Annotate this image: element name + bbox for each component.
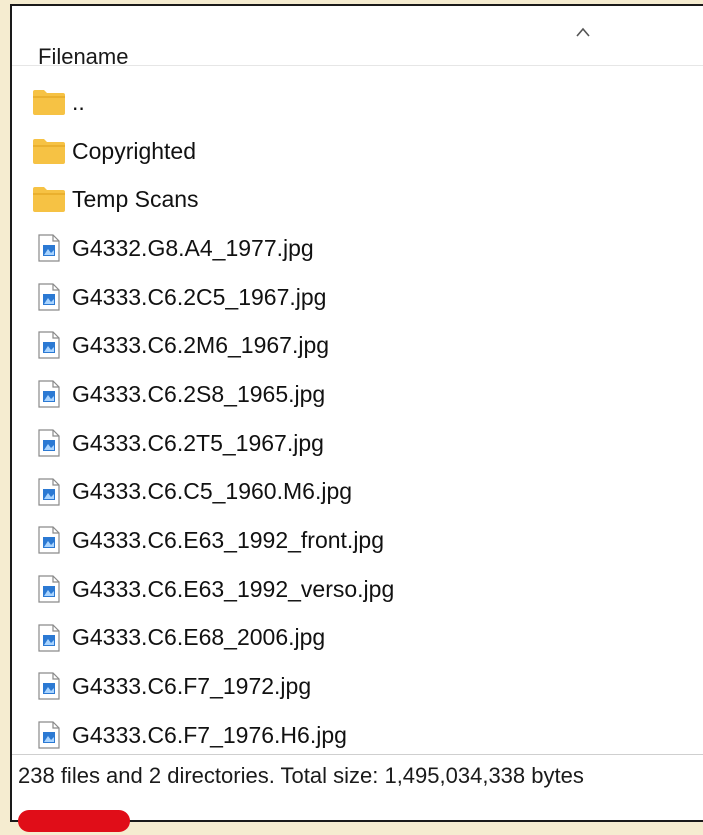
- red-highlight-mark: [18, 810, 130, 832]
- list-item-label: G4333.C6.2M6_1967.jpg: [72, 332, 330, 359]
- status-summary-text: 238 files and 2 directories. Total size:…: [18, 763, 584, 788]
- list-item-label: G4332.G8.A4_1977.jpg: [72, 234, 314, 261]
- folder-icon: [33, 90, 65, 115]
- list-item-file[interactable]: G4333.C6.C5_1960.M6.jpg: [12, 468, 703, 517]
- sort-ascending-icon[interactable]: [576, 26, 590, 40]
- list-item-label: G4333.C6.E68_2006.jpg: [72, 624, 326, 651]
- list-item-file[interactable]: G4333.C6.2S8_1965.jpg: [12, 370, 703, 419]
- list-item-label: G4333.C6.E63_1992_verso.jpg: [72, 575, 395, 602]
- list-item-file[interactable]: G4333.C6.2T5_1967.jpg: [12, 419, 703, 468]
- list-item-label: G4333.C6.F7_1976.H6.jpg: [72, 721, 347, 748]
- folder-icon: [33, 138, 65, 164]
- list-item-file[interactable]: G4333.C6.F7_1972.jpg: [12, 662, 703, 711]
- image-file-icon: [38, 429, 60, 457]
- image-file-icon: [38, 672, 60, 700]
- filename-column-header[interactable]: Filename: [38, 44, 128, 70]
- list-item-file[interactable]: G4333.C6.F7_1976.H6.jpg: [12, 711, 703, 760]
- list-item-label: Temp Scans: [72, 186, 199, 213]
- list-item-file[interactable]: G4332.G8.A4_1977.jpg: [12, 224, 703, 273]
- list-item-folder[interactable]: Copyrighted: [12, 127, 703, 176]
- status-bar: 238 files and 2 directories. Total size:…: [12, 754, 703, 798]
- list-item-label: G4333.C6.2C5_1967.jpg: [72, 283, 327, 310]
- image-file-icon: [38, 380, 60, 408]
- list-item-label: G4333.C6.2T5_1967.jpg: [72, 429, 324, 456]
- list-item-file[interactable]: G4333.C6.2C5_1967.jpg: [12, 273, 703, 322]
- list-item-label: Copyrighted: [72, 137, 197, 164]
- list-item-label: ..: [72, 88, 85, 115]
- list-item-label: G4333.C6.E63_1992_front.jpg: [72, 527, 385, 554]
- image-file-icon: [38, 331, 60, 360]
- list-item-label: G4333.C6.F7_1972.jpg: [72, 673, 312, 700]
- list-item-file[interactable]: G4333.C6.E63_1992_verso.jpg: [12, 565, 703, 614]
- list-item-file[interactable]: G4333.C6.E63_1992_front.jpg: [12, 516, 703, 565]
- image-file-icon: [38, 623, 60, 652]
- list-item-folder[interactable]: Temp Scans: [12, 175, 703, 224]
- file-list: .. Copyrighted Temp Scans G4332.G8.A4_19…: [12, 78, 703, 760]
- list-item-file[interactable]: G4333.C6.2M6_1967.jpg: [12, 321, 703, 370]
- list-item-file[interactable]: G4333.C6.E68_2006.jpg: [12, 614, 703, 663]
- image-file-icon: [38, 234, 60, 262]
- image-file-icon: [38, 526, 60, 554]
- list-item-folder-parent[interactable]: ..: [12, 78, 703, 127]
- file-list-panel: Filename .. Copyrighted Temp Scans G4332…: [10, 4, 703, 822]
- folder-icon: [33, 187, 65, 213]
- column-header[interactable]: Filename: [12, 6, 703, 69]
- list-item-label: G4333.C6.2S8_1965.jpg: [72, 380, 326, 407]
- list-item-label: G4333.C6.C5_1960.M6.jpg: [72, 478, 353, 505]
- image-file-icon: [38, 575, 60, 603]
- image-file-icon: [38, 283, 60, 311]
- image-file-icon: [38, 477, 60, 506]
- image-file-icon: [38, 721, 60, 749]
